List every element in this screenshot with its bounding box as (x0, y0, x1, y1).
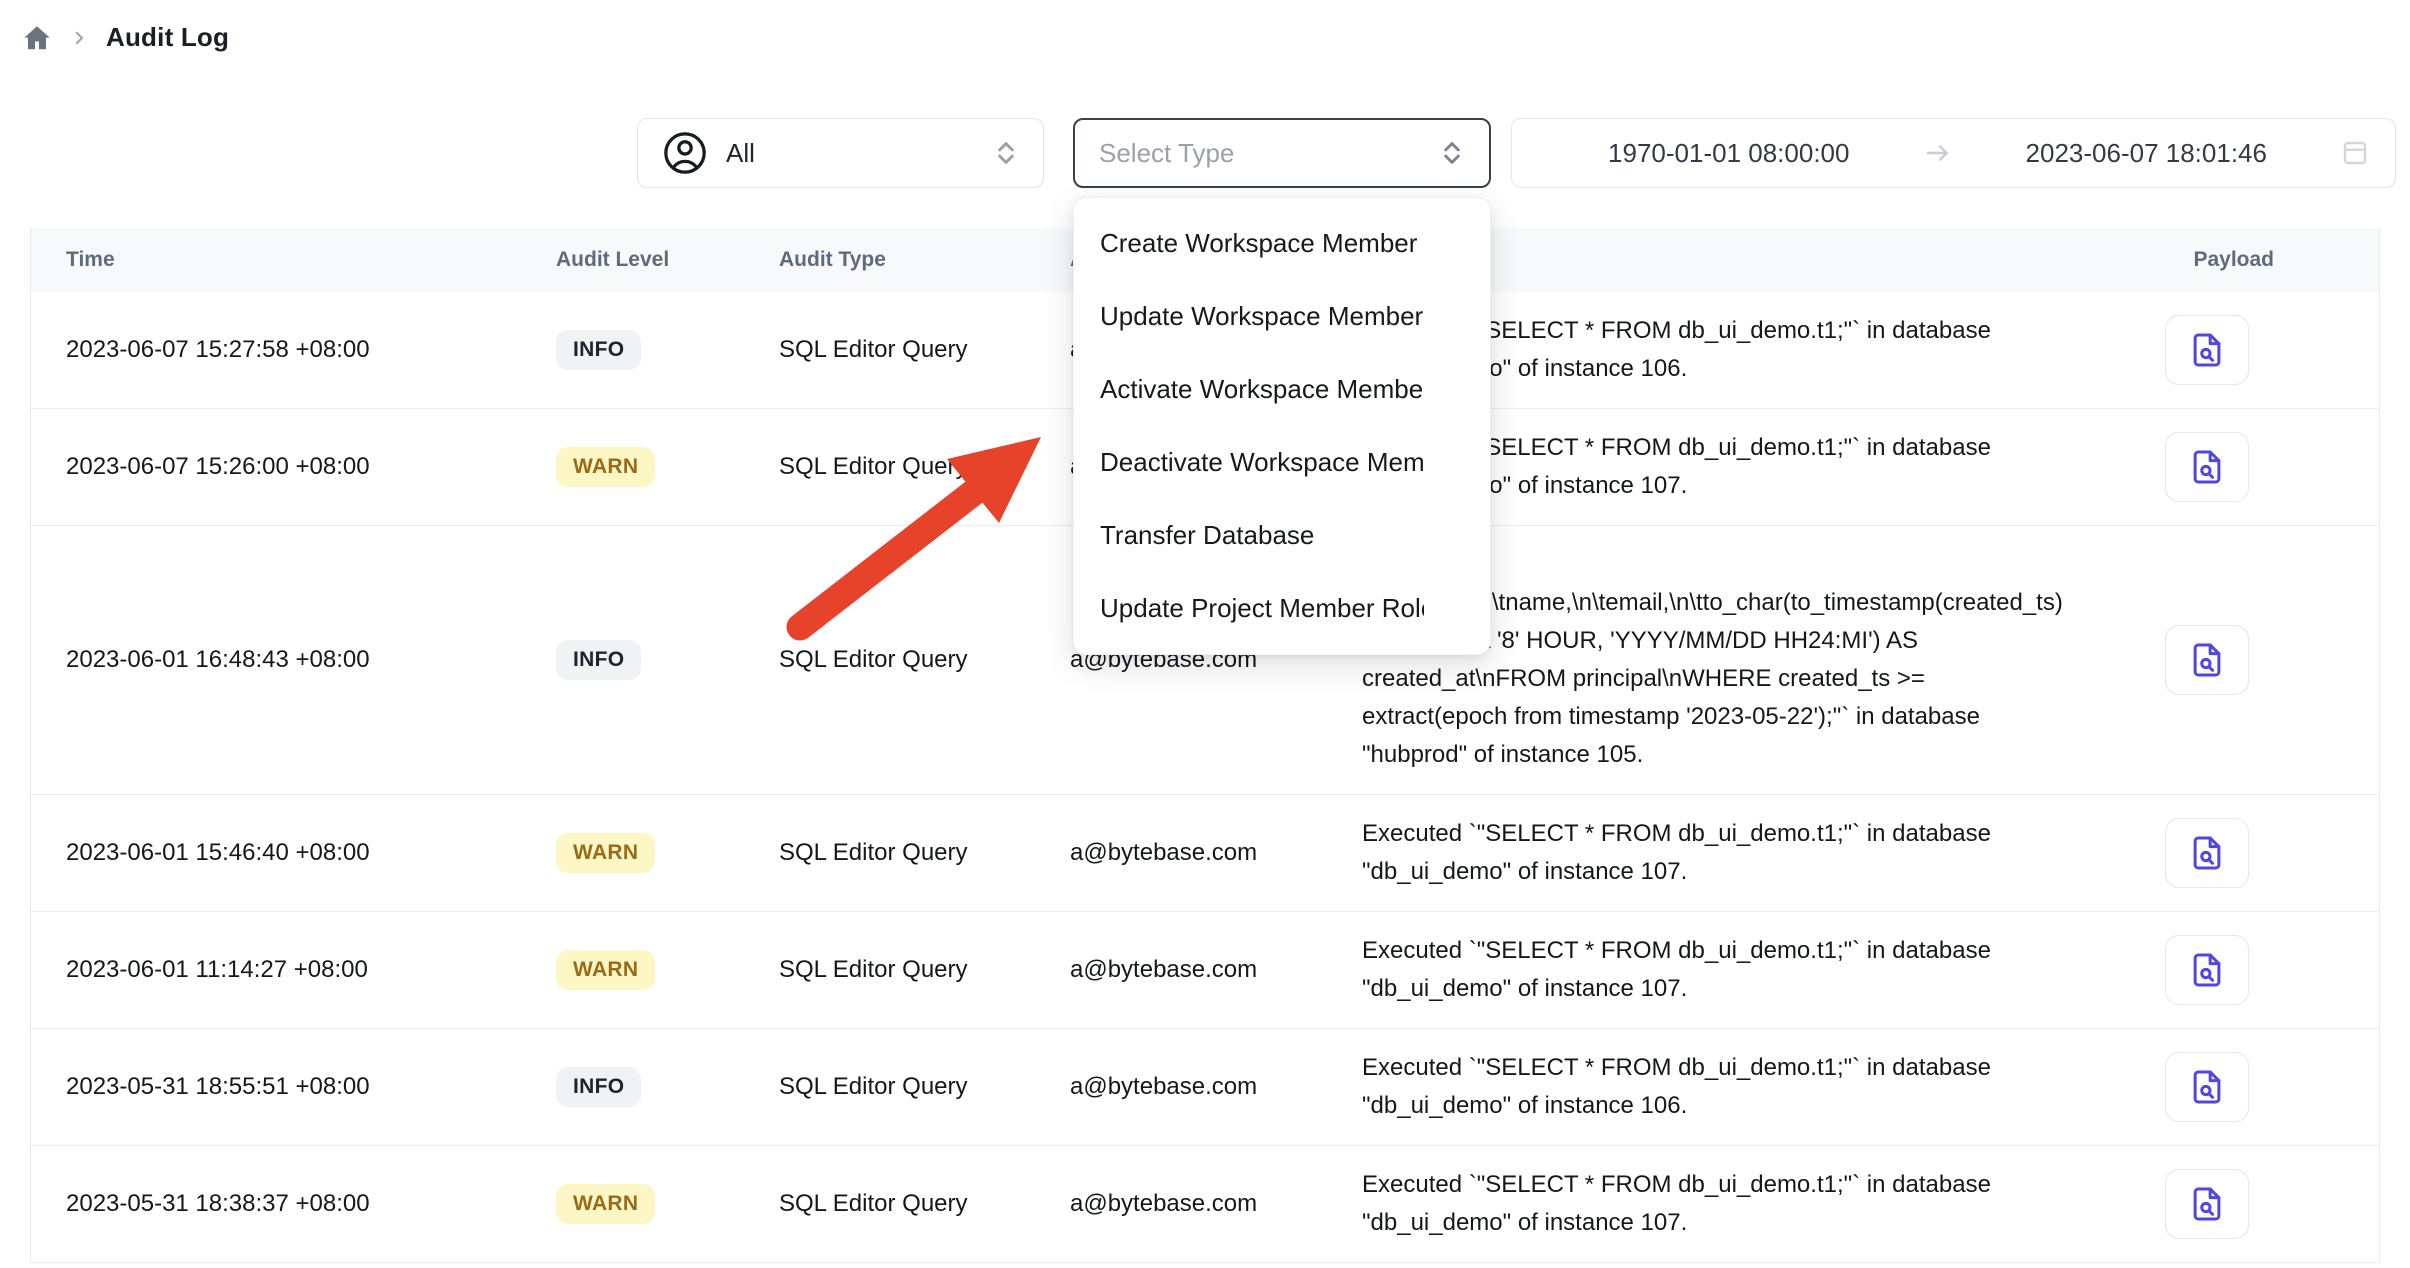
payload-view-button[interactable] (2165, 315, 2249, 385)
arrow-right-icon (1922, 137, 1954, 169)
file-search-icon (2188, 641, 2226, 679)
audit-level-badge: WARN (556, 447, 655, 487)
audit-level-badge: INFO (556, 1067, 641, 1107)
row-audit-type: SQL Editor Query (779, 956, 1070, 984)
col-header-time: Time (66, 248, 556, 272)
row-comment: Executed `"SELECT * FROM db_ui_demo.t1;"… (1362, 1049, 2081, 1125)
row-actor: a@bytebase.com (1070, 956, 1362, 984)
file-search-icon (2188, 448, 2226, 486)
row-audit-type: SQL Editor Query (779, 839, 1070, 867)
row-audit-type: SQL Editor Query (779, 453, 1070, 481)
date-range-picker[interactable]: 1970-01-01 08:00:00 2023-06-07 18:01:46 (1511, 118, 2396, 188)
type-filter-select[interactable]: Select Type (1073, 118, 1491, 188)
row-time: 2023-06-01 15:46:40 +08:00 (66, 839, 556, 867)
row-audit-type: SQL Editor Query (779, 1190, 1070, 1218)
table-row: 2023-06-01 11:14:27 +08:00 WARN SQL Edit… (31, 912, 2379, 1029)
type-dropdown-option[interactable]: Transfer Database (1074, 499, 1490, 572)
row-comment: Executed `"SELECT * FROM db_ui_demo.t1;"… (1362, 932, 2081, 1008)
table-row: 2023-05-31 18:38:37 +08:00 WARN SQL Edit… (31, 1146, 2379, 1263)
payload-view-button[interactable] (2165, 625, 2249, 695)
file-search-icon (2188, 951, 2226, 989)
audit-level-badge: INFO (556, 330, 641, 370)
chevron-up-down-icon (1437, 138, 1467, 168)
row-actor: a@bytebase.com (1070, 1073, 1362, 1101)
row-actor: a@bytebase.com (1070, 839, 1362, 867)
file-search-icon (2188, 834, 2226, 872)
row-time: 2023-06-01 11:14:27 +08:00 (66, 956, 556, 984)
audit-level-badge: INFO (556, 640, 641, 680)
row-time: 2023-05-31 18:55:51 +08:00 (66, 1073, 556, 1101)
audit-level-badge: WARN (556, 1184, 655, 1224)
row-comment: Executed `"SELECT * FROM db_ui_demo.t1;"… (1362, 815, 2081, 891)
type-filter-placeholder: Select Type (1099, 138, 1437, 169)
type-dropdown-option[interactable]: Deactivate Workspace Member (1074, 426, 1490, 499)
type-dropdown-option[interactable]: Update Project Member Role (1074, 572, 1490, 645)
date-range-start[interactable]: 1970-01-01 08:00:00 (1536, 138, 1922, 169)
actor-filter-select[interactable]: All (637, 118, 1044, 188)
page-title: Audit Log (106, 22, 229, 53)
col-header-audit-level: Audit Level (556, 248, 779, 272)
row-comment: Executed `"SELECT * FROM db_ui_demo.t1;"… (1362, 1166, 2081, 1242)
file-search-icon (2188, 1068, 2226, 1106)
payload-view-button[interactable] (2165, 935, 2249, 1005)
row-audit-type: SQL Editor Query (779, 336, 1070, 364)
type-dropdown-option[interactable]: Create Workspace Member (1074, 207, 1490, 280)
payload-view-button[interactable] (2165, 432, 2249, 502)
row-audit-type: SQL Editor Query (779, 1073, 1070, 1101)
type-dropdown-option[interactable]: Update Workspace Member (1074, 280, 1490, 353)
col-header-payload: Payload (2081, 248, 2379, 272)
breadcrumb: Audit Log (22, 22, 229, 53)
date-range-end[interactable]: 2023-06-07 18:01:46 (1954, 138, 2340, 169)
row-time: 2023-06-07 15:26:00 +08:00 (66, 453, 556, 481)
chevron-right-icon (70, 29, 88, 47)
filter-bar: All Select Type 1970-01-01 08:00:00 2023… (0, 118, 2410, 188)
file-search-icon (2188, 331, 2226, 369)
actor-filter-value: All (726, 138, 973, 169)
chevron-up-down-icon (991, 138, 1021, 168)
audit-level-badge: WARN (556, 833, 655, 873)
user-circle-icon (662, 130, 708, 176)
type-dropdown-option[interactable]: Activate Workspace Member (1074, 353, 1490, 426)
row-actor: a@bytebase.com (1070, 1190, 1362, 1218)
type-dropdown-menu: Create Workspace Member Update Workspace… (1073, 197, 1491, 655)
table-row: 2023-06-01 15:46:40 +08:00 WARN SQL Edit… (31, 795, 2379, 912)
row-time: 2023-05-31 18:38:37 +08:00 (66, 1190, 556, 1218)
calendar-icon (2339, 137, 2371, 169)
payload-view-button[interactable] (2165, 818, 2249, 888)
home-icon[interactable] (22, 23, 52, 53)
file-search-icon (2188, 1185, 2226, 1223)
payload-view-button[interactable] (2165, 1169, 2249, 1239)
row-time: 2023-06-07 15:27:58 +08:00 (66, 336, 556, 364)
audit-level-badge: WARN (556, 950, 655, 990)
row-audit-type: SQL Editor Query (779, 646, 1070, 674)
table-row: 2023-05-31 18:55:51 +08:00 INFO SQL Edit… (31, 1029, 2379, 1146)
payload-view-button[interactable] (2165, 1052, 2249, 1122)
col-header-audit-type: Audit Type (779, 248, 1070, 272)
row-time: 2023-06-01 16:48:43 +08:00 (66, 646, 556, 674)
